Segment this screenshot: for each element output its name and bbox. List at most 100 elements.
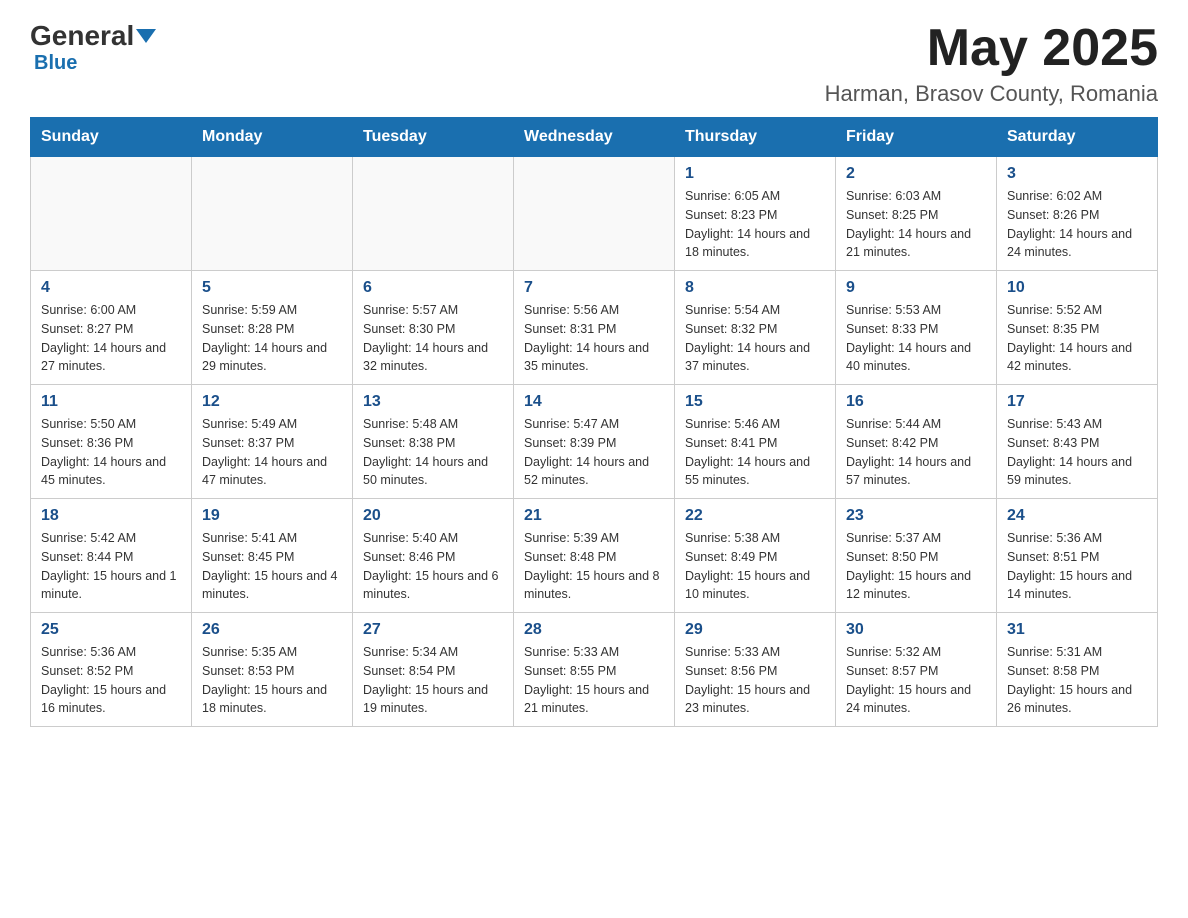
weekday-header-sunday: Sunday <box>31 118 192 157</box>
day-info: Sunrise: 5:59 AMSunset: 8:28 PMDaylight:… <box>202 301 342 376</box>
day-number: 3 <box>1007 165 1147 183</box>
calendar-cell: 21 Sunrise: 5:39 AMSunset: 8:48 PMDayligh… <box>514 499 675 613</box>
day-info: Sunrise: 5:33 AMSunset: 8:56 PMDaylight:… <box>685 643 825 718</box>
day-info: Sunrise: 5:33 AMSunset: 8:55 PMDaylight:… <box>524 643 664 718</box>
calendar-header-row: SundayMondayTuesdayWednesdayThursdayFrid… <box>31 118 1158 157</box>
calendar-cell <box>31 157 192 271</box>
calendar-cell: 31Sunrise: 5:31 AMSunset: 8:58 PMDayligh… <box>997 613 1158 727</box>
day-info: Sunrise: 5:49 AMSunset: 8:37 PMDaylight:… <box>202 415 342 490</box>
weekday-header-thursday: Thursday <box>675 118 836 157</box>
day-info: Sunrise: 5:53 AMSunset: 8:33 PMDaylight:… <box>846 301 986 376</box>
logo-arrow-icon <box>136 29 156 43</box>
day-info: Sunrise: 5:57 AMSunset: 8:30 PMDaylight:… <box>363 301 503 376</box>
calendar-cell: 28 Sunrise: 5:33 AMSunset: 8:55 PMDayligh… <box>514 613 675 727</box>
calendar-cell: 6Sunrise: 5:57 AMSunset: 8:30 PMDaylight… <box>353 271 514 385</box>
calendar-cell: 2 Sunrise: 6:03 AMSunset: 8:25 PMDaylight… <box>836 157 997 271</box>
day-number: 7 <box>524 279 664 297</box>
day-info: Sunrise: 5:35 AMSunset: 8:53 PMDaylight:… <box>202 643 342 718</box>
day-number: 23 <box>846 507 986 525</box>
calendar-cell: 5 Sunrise: 5:59 AMSunset: 8:28 PMDaylight… <box>192 271 353 385</box>
calendar-cell: 1Sunrise: 6:05 AMSunset: 8:23 PMDaylight… <box>675 157 836 271</box>
day-number: 19 <box>202 507 342 525</box>
weekday-header-saturday: Saturday <box>997 118 1158 157</box>
calendar-week-row: 1Sunrise: 6:05 AMSunset: 8:23 PMDaylight… <box>31 157 1158 271</box>
day-number: 29 <box>685 621 825 639</box>
calendar-week-row: 25 Sunrise: 5:36 AMSunset: 8:52 PMDayligh… <box>31 613 1158 727</box>
day-number: 14 <box>524 393 664 411</box>
logo: General Blue <box>30 20 156 75</box>
calendar-cell: 20 Sunrise: 5:40 AMSunset: 8:46 PMDayligh… <box>353 499 514 613</box>
day-info: Sunrise: 5:36 AMSunset: 8:51 PMDaylight:… <box>1007 529 1147 604</box>
calendar-cell: 16Sunrise: 5:44 AMSunset: 8:42 PMDayligh… <box>836 385 997 499</box>
day-number: 12 <box>202 393 342 411</box>
day-info: Sunrise: 5:56 AMSunset: 8:31 PMDaylight:… <box>524 301 664 376</box>
day-info: Sunrise: 5:50 AMSunset: 8:36 PMDaylight:… <box>41 415 181 490</box>
day-number: 5 <box>202 279 342 297</box>
calendar-week-row: 18Sunrise: 5:42 AMSunset: 8:44 PMDayligh… <box>31 499 1158 613</box>
day-info: Sunrise: 6:03 AMSunset: 8:25 PMDaylight:… <box>846 187 986 262</box>
day-number: 1 <box>685 165 825 183</box>
page-header: General Blue May 2025 Harman, Brasov Cou… <box>30 20 1158 107</box>
day-number: 15 <box>685 393 825 411</box>
day-info: Sunrise: 5:36 AMSunset: 8:52 PMDaylight:… <box>41 643 181 718</box>
day-info: Sunrise: 5:41 AMSunset: 8:45 PMDaylight:… <box>202 529 342 604</box>
day-number: 21 <box>524 507 664 525</box>
calendar-week-row: 11 Sunrise: 5:50 AMSunset: 8:36 PMDayligh… <box>31 385 1158 499</box>
day-number: 11 <box>41 393 181 411</box>
day-number: 26 <box>202 621 342 639</box>
calendar-cell: 7 Sunrise: 5:56 AMSunset: 8:31 PMDaylight… <box>514 271 675 385</box>
day-info: Sunrise: 5:38 AMSunset: 8:49 PMDaylight:… <box>685 529 825 604</box>
day-number: 4 <box>41 279 181 297</box>
calendar-table: SundayMondayTuesdayWednesdayThursdayFrid… <box>30 117 1158 727</box>
day-number: 13 <box>363 393 503 411</box>
day-number: 27 <box>363 621 503 639</box>
calendar-cell: 11 Sunrise: 5:50 AMSunset: 8:36 PMDayligh… <box>31 385 192 499</box>
calendar-cell: 27 Sunrise: 5:34 AMSunset: 8:54 PMDayligh… <box>353 613 514 727</box>
day-info: Sunrise: 5:48 AMSunset: 8:38 PMDaylight:… <box>363 415 503 490</box>
day-info: Sunrise: 5:31 AMSunset: 8:58 PMDaylight:… <box>1007 643 1147 718</box>
day-info: Sunrise: 5:40 AMSunset: 8:46 PMDaylight:… <box>363 529 503 604</box>
weekday-header-tuesday: Tuesday <box>353 118 514 157</box>
day-number: 10 <box>1007 279 1147 297</box>
calendar-cell: 24Sunrise: 5:36 AMSunset: 8:51 PMDayligh… <box>997 499 1158 613</box>
calendar-cell: 29 Sunrise: 5:33 AMSunset: 8:56 PMDayligh… <box>675 613 836 727</box>
weekday-header-wednesday: Wednesday <box>514 118 675 157</box>
day-number: 8 <box>685 279 825 297</box>
day-number: 28 <box>524 621 664 639</box>
weekday-header-friday: Friday <box>836 118 997 157</box>
calendar-cell <box>192 157 353 271</box>
calendar-cell: 3 Sunrise: 6:02 AMSunset: 8:26 PMDaylight… <box>997 157 1158 271</box>
calendar-cell: 26 Sunrise: 5:35 AMSunset: 8:53 PMDayligh… <box>192 613 353 727</box>
calendar-cell: 30 Sunrise: 5:32 AMSunset: 8:57 PMDayligh… <box>836 613 997 727</box>
day-number: 20 <box>363 507 503 525</box>
day-info: Sunrise: 5:43 AMSunset: 8:43 PMDaylight:… <box>1007 415 1147 490</box>
calendar-cell: 17Sunrise: 5:43 AMSunset: 8:43 PMDayligh… <box>997 385 1158 499</box>
day-info: Sunrise: 5:37 AMSunset: 8:50 PMDaylight:… <box>846 529 986 604</box>
calendar-cell: 25 Sunrise: 5:36 AMSunset: 8:52 PMDayligh… <box>31 613 192 727</box>
calendar-cell <box>353 157 514 271</box>
day-info: Sunrise: 5:47 AMSunset: 8:39 PMDaylight:… <box>524 415 664 490</box>
day-info: Sunrise: 5:32 AMSunset: 8:57 PMDaylight:… <box>846 643 986 718</box>
day-number: 25 <box>41 621 181 639</box>
calendar-cell: 23 Sunrise: 5:37 AMSunset: 8:50 PMDayligh… <box>836 499 997 613</box>
calendar-cell: 8Sunrise: 5:54 AMSunset: 8:32 PMDaylight… <box>675 271 836 385</box>
day-number: 30 <box>846 621 986 639</box>
day-info: Sunrise: 6:02 AMSunset: 8:26 PMDaylight:… <box>1007 187 1147 262</box>
calendar-week-row: 4 Sunrise: 6:00 AMSunset: 8:27 PMDaylight… <box>31 271 1158 385</box>
day-info: Sunrise: 5:34 AMSunset: 8:54 PMDaylight:… <box>363 643 503 718</box>
day-info: Sunrise: 5:44 AMSunset: 8:42 PMDaylight:… <box>846 415 986 490</box>
title-block: May 2025 Harman, Brasov County, Romania <box>825 20 1158 107</box>
day-info: Sunrise: 6:00 AMSunset: 8:27 PMDaylight:… <box>41 301 181 376</box>
day-number: 22 <box>685 507 825 525</box>
calendar-cell <box>514 157 675 271</box>
day-number: 9 <box>846 279 986 297</box>
day-info: Sunrise: 5:39 AMSunset: 8:48 PMDaylight:… <box>524 529 664 604</box>
day-info: Sunrise: 5:52 AMSunset: 8:35 PMDaylight:… <box>1007 301 1147 376</box>
location-title: Harman, Brasov County, Romania <box>825 81 1158 107</box>
day-number: 18 <box>41 507 181 525</box>
calendar-cell: 22 Sunrise: 5:38 AMSunset: 8:49 PMDayligh… <box>675 499 836 613</box>
calendar-cell: 10 Sunrise: 5:52 AMSunset: 8:35 PMDayligh… <box>997 271 1158 385</box>
calendar-cell: 12 Sunrise: 5:49 AMSunset: 8:37 PMDayligh… <box>192 385 353 499</box>
calendar-cell: 14 Sunrise: 5:47 AMSunset: 8:39 PMDayligh… <box>514 385 675 499</box>
day-number: 2 <box>846 165 986 183</box>
